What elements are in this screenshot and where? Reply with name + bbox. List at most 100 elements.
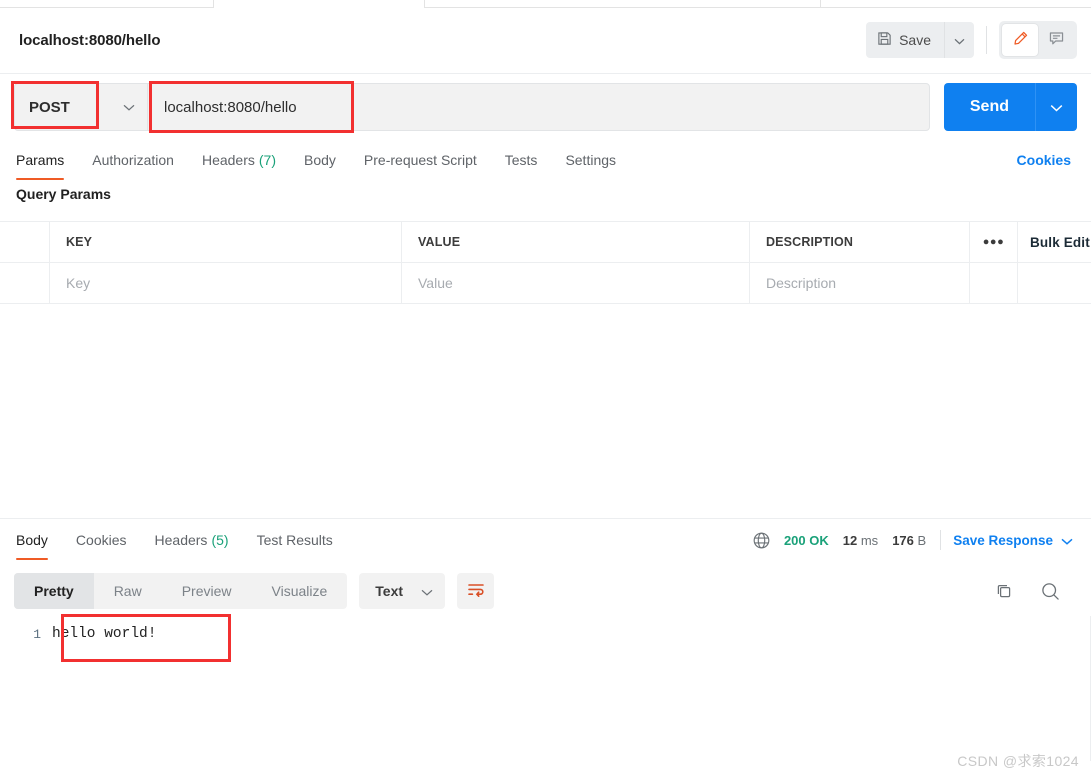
watermark: CSDN @求索1024 xyxy=(957,753,1079,769)
cookies-link[interactable]: Cookies xyxy=(1017,152,1077,168)
response-tab-headers[interactable]: Headers (5) xyxy=(141,520,243,560)
row-options-cell[interactable] xyxy=(970,263,1018,303)
view-mode-raw[interactable]: Raw xyxy=(94,573,162,609)
tab-label: Test Results xyxy=(256,532,333,548)
view-mode-visualize[interactable]: Visualize xyxy=(252,573,348,609)
tab-label: Pre-request Script xyxy=(363,152,477,168)
edit-request-button[interactable] xyxy=(1002,24,1038,56)
tab-label: Headers xyxy=(201,152,255,168)
chevron-down-icon xyxy=(1061,533,1073,548)
tab-label: Settings xyxy=(565,152,617,168)
wrap-lines-icon xyxy=(467,582,485,600)
browser-tab-3[interactable] xyxy=(820,0,1091,8)
http-method-select[interactable]: POST xyxy=(15,84,148,130)
status-badge: 200 OK xyxy=(783,532,829,548)
tab-label: Body xyxy=(16,532,48,548)
search-icon[interactable] xyxy=(1040,581,1061,602)
response-meta: 200 OK 12 ms 176 B Save Response xyxy=(752,530,1077,550)
page-title: localhost:8080/hello xyxy=(19,32,161,49)
http-method-label: POST xyxy=(29,98,70,116)
bulk-edit-link[interactable]: Bulk Edit xyxy=(1030,235,1090,250)
select-all-cell[interactable] xyxy=(0,222,50,262)
view-mode-preview[interactable]: Preview xyxy=(162,573,252,609)
response-view-modes: Pretty Raw Preview Visualize xyxy=(14,573,348,609)
response-tab-body[interactable]: Body xyxy=(14,520,62,560)
tab-label: Authorization xyxy=(92,152,174,168)
send-options-button[interactable] xyxy=(1035,83,1077,131)
tab-settings[interactable]: Settings xyxy=(551,140,630,180)
header-divider xyxy=(986,26,987,54)
param-key-input[interactable]: Key xyxy=(50,263,402,303)
response-toolbar: Pretty Raw Preview Visualize Text xyxy=(0,566,1091,616)
copy-icon[interactable] xyxy=(994,581,1014,601)
floppy-disk-icon xyxy=(877,31,892,49)
response-size-value: 176 xyxy=(892,532,914,548)
query-params-table: KEY VALUE DESCRIPTION ●●● Bulk Edit Key … xyxy=(0,221,1091,304)
save-response-button[interactable]: Save Response xyxy=(953,533,1073,548)
tab-headers[interactable]: Headers (7) xyxy=(188,140,290,180)
comments-button[interactable] xyxy=(1038,24,1074,56)
view-mode-group xyxy=(999,21,1077,59)
more-options-button[interactable]: ●●● xyxy=(970,222,1018,262)
tab-label: Params xyxy=(16,152,65,168)
code-line: 1 hello world! xyxy=(0,616,1091,645)
more-options-icon: ●●● xyxy=(982,236,1005,248)
chevron-down-icon xyxy=(954,33,965,48)
response-time: 12 ms xyxy=(843,533,878,548)
response-format-select[interactable]: Text xyxy=(359,573,446,609)
tab-pre-request-script[interactable]: Pre-request Script xyxy=(350,140,491,180)
browser-tab-2[interactable] xyxy=(424,0,821,8)
query-params-heading: Query Params xyxy=(16,186,111,202)
table-header-row: KEY VALUE DESCRIPTION ●●● Bulk Edit xyxy=(0,222,1091,263)
request-url-bar: POST localhost:8080/hello Send xyxy=(0,74,1091,140)
column-header-key: KEY xyxy=(50,222,402,262)
request-url-input[interactable]: localhost:8080/hello xyxy=(148,84,929,130)
tab-strip xyxy=(0,0,1091,8)
response-tab-cookies[interactable]: Cookies xyxy=(62,520,141,560)
save-options-button[interactable] xyxy=(944,22,974,58)
response-size-unit: B xyxy=(917,532,927,548)
response-tools-right xyxy=(994,581,1077,602)
save-response-label: Save Response xyxy=(953,532,1053,548)
param-value-input[interactable]: Value xyxy=(402,263,750,303)
headers-count-badge: (7) xyxy=(258,152,276,168)
view-mode-pretty[interactable]: Pretty xyxy=(14,573,94,609)
response-body-viewer[interactable]: 1 hello world! xyxy=(0,616,1091,761)
param-description-input[interactable]: Description xyxy=(750,263,970,303)
column-header-description: DESCRIPTION xyxy=(750,222,970,262)
tab-body[interactable]: Body xyxy=(290,140,350,180)
comment-icon xyxy=(1048,30,1065,50)
save-button[interactable]: Save xyxy=(866,22,944,58)
tab-label: Cookies xyxy=(75,532,127,548)
browser-tab-1[interactable] xyxy=(0,0,214,8)
table-row: Key Value Description xyxy=(0,263,1091,304)
response-time-unit: ms xyxy=(860,532,879,548)
response-format-label: Text xyxy=(375,583,404,599)
header-actions: Save xyxy=(866,21,1077,59)
response-headers-count-badge: (5) xyxy=(211,532,229,548)
chevron-down-icon xyxy=(1050,100,1063,115)
tab-params[interactable]: Params xyxy=(14,140,78,180)
wrap-lines-button[interactable] xyxy=(457,573,495,609)
line-number: 1 xyxy=(33,627,41,642)
chevron-down-icon xyxy=(421,583,433,599)
bulk-edit-cell: Bulk Edit xyxy=(1018,222,1091,262)
row-checkbox-cell[interactable] xyxy=(0,263,50,303)
globe-icon[interactable] xyxy=(752,531,771,550)
pencil-icon xyxy=(1012,30,1029,50)
tab-tests[interactable]: Tests xyxy=(491,140,552,180)
response-body-text: hello world! xyxy=(52,626,157,642)
response-time-value: 12 xyxy=(842,532,858,548)
tab-label: Headers xyxy=(154,532,208,548)
tab-label: Tests xyxy=(504,152,538,168)
method-url-group: POST localhost:8080/hello xyxy=(14,83,930,131)
response-tab-test-results[interactable]: Test Results xyxy=(243,520,347,560)
request-tabs: Params Authorization Headers (7) Body Pr… xyxy=(0,140,1091,180)
meta-divider xyxy=(940,530,942,550)
send-button[interactable]: Send xyxy=(944,83,1035,131)
chevron-down-icon xyxy=(123,104,135,111)
response-size: 176 B xyxy=(892,533,926,548)
tab-authorization[interactable]: Authorization xyxy=(78,140,188,180)
row-end-cell xyxy=(1018,263,1091,303)
tab-label: Body xyxy=(304,152,336,168)
